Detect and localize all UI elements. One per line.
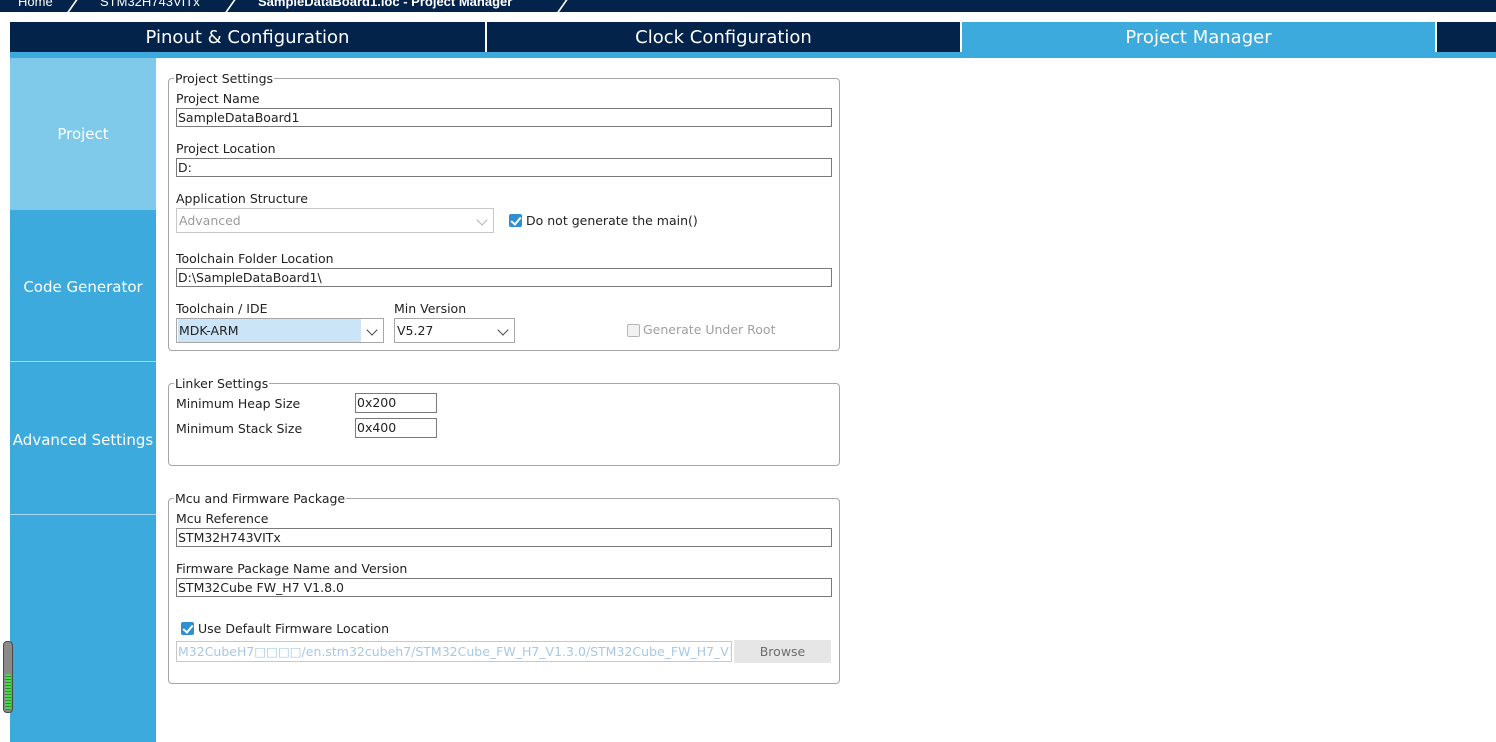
tab-underline [10,52,1496,58]
project-settings-title: Project Settings [174,71,275,86]
toolchain-ide-select[interactable]: MDK-ARM [176,318,384,343]
firmware-package-field[interactable]: STM32Cube FW_H7 V1.8.0 [176,578,832,597]
project-location-field[interactable]: D: [176,158,832,177]
breadcrumb-home[interactable]: Home [18,0,53,9]
toolchain-ide-value: MDK-ARM [178,319,361,342]
generate-under-root-checkbox[interactable] [627,324,640,337]
sidebar-item-project[interactable]: Project [10,58,156,210]
browse-button[interactable]: Browse [734,640,831,663]
toolchain-folder-label: Toolchain Folder Location [176,251,334,266]
heap-size-field[interactable]: 0x200 [355,393,437,413]
no-main-label: Do not generate the main() [526,213,698,228]
sidebar-item-code-generator[interactable]: Code Generator [10,211,156,363]
main-tab-bar: Pinout & Configuration Clock Configurati… [10,22,1496,52]
application-structure-select[interactable]: Advanced [176,208,494,233]
chevron-down-icon [476,214,488,226]
min-version-value: V5.27 [397,323,434,338]
stack-size-label: Minimum Stack Size [176,421,303,436]
application-structure-value: Advanced [179,213,241,228]
breadcrumb: Home STM32H743VITx SampleDataBoard1.ioc … [0,0,1496,12]
mcu-firmware-title: Mcu and Firmware Package [174,491,347,506]
application-structure-label: Application Structure [176,191,308,206]
chevron-down-icon [366,324,378,336]
scroll-indicator [5,674,11,710]
tab-project-manager[interactable]: Project Manager [962,22,1435,52]
use-default-firmware-checkbox[interactable] [181,622,194,635]
use-default-firmware-label: Use Default Firmware Location [198,621,390,636]
firmware-location-field[interactable]: M32CubeH7□□□□/en.stm32cubeh7/STM32Cube_F… [176,641,732,662]
generate-under-root-label: Generate Under Root [643,322,776,337]
no-main-checkbox[interactable] [509,214,522,227]
sidebar-divider [10,514,156,515]
mcu-reference-label: Mcu Reference [176,511,269,526]
project-name-field[interactable]: SampleDataBoard1 [176,108,832,127]
sidebar-divider [10,361,156,362]
linker-settings-title: Linker Settings [174,376,270,391]
breadcrumb-mcu[interactable]: STM32H743VITx [100,0,200,9]
toolchain-ide-label: Toolchain / IDE [176,301,268,316]
tab-divider [1435,22,1437,52]
chevron-down-icon [497,324,509,336]
breadcrumb-separator [64,0,78,12]
sidebar-item-advanced-settings[interactable]: Advanced Settings [10,364,156,516]
project-name-label: Project Name [176,91,260,106]
tab-pinout-configuration[interactable]: Pinout & Configuration [10,22,485,52]
project-location-label: Project Location [176,141,276,156]
min-version-label: Min Version [394,301,467,316]
side-scroll-handle[interactable] [3,641,13,713]
heap-size-label: Minimum Heap Size [176,396,301,411]
sidebar: Project Code Generator Advanced Settings [10,58,156,742]
breadcrumb-separator [222,0,236,12]
mcu-reference-field[interactable]: STM32H743VITx [176,528,832,547]
stack-size-field[interactable]: 0x400 [355,418,437,438]
tab-clock-configuration[interactable]: Clock Configuration [487,22,960,52]
breadcrumb-separator [554,0,568,12]
min-version-select[interactable]: V5.27 [394,318,515,343]
toolchain-folder-field[interactable]: D:\SampleDataBoard1\ [176,268,832,287]
firmware-package-label: Firmware Package Name and Version [176,561,408,576]
breadcrumb-project[interactable]: SampleDataBoard1.ioc - Project Manager [258,0,512,9]
